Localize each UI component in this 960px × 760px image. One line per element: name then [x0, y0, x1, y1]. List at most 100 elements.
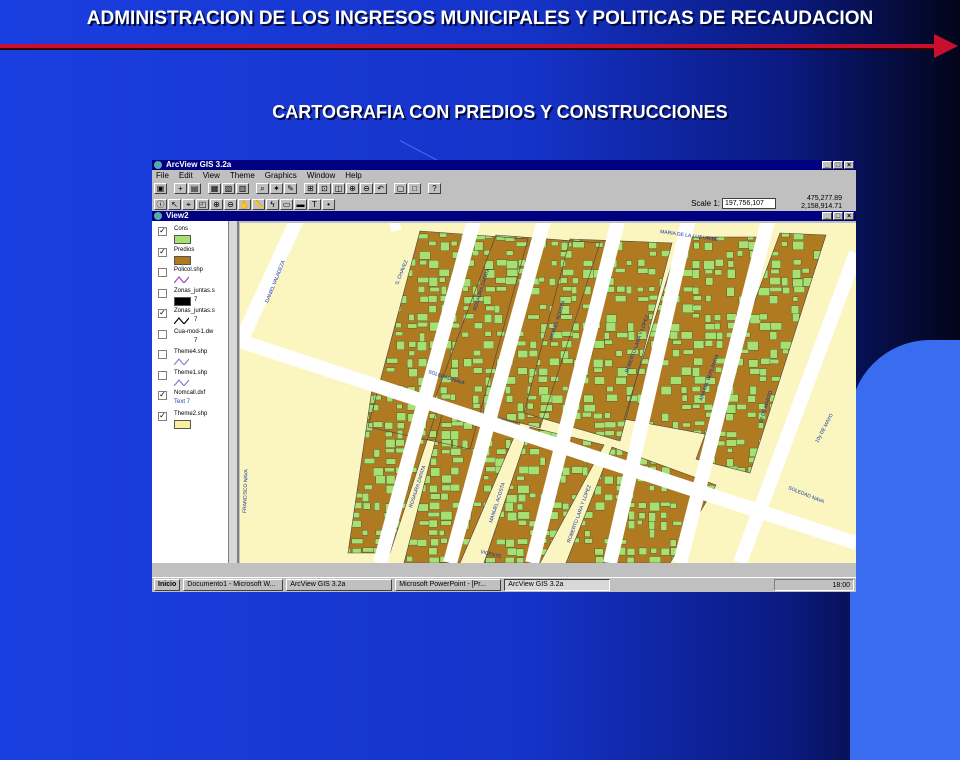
clear-select-icon[interactable]: □ [408, 182, 421, 194]
layer-checkbox[interactable] [158, 370, 167, 380]
theme-props-icon[interactable]: ▤ [188, 182, 201, 194]
construction-polygon [604, 421, 617, 428]
toc-layer[interactable]: ✓ Zonas_juntas.s 7 [154, 307, 226, 327]
toc-layer[interactable]: Cua-mod-1.dw 7 [154, 328, 226, 348]
construction-polygon [749, 385, 757, 395]
zoom-previous-icon[interactable]: ↶ [374, 182, 387, 194]
draw-point-icon[interactable]: • [322, 198, 335, 210]
legend-editor-icon[interactable]: ▦ [208, 182, 221, 194]
layer-checkbox[interactable]: ✓ [158, 309, 167, 318]
construction-polygon [408, 350, 415, 356]
construction-polygon [417, 341, 427, 351]
layer-checkbox[interactable] [158, 288, 167, 298]
layer-checkbox[interactable]: ✓ [158, 247, 167, 257]
zoom-active-icon[interactable]: ⊡ [318, 182, 331, 194]
select-features-icon[interactable]: ▢ [394, 182, 407, 194]
locate-icon[interactable]: ✦ [270, 182, 283, 194]
pointer-icon[interactable]: ↖ [168, 198, 181, 210]
construction-polygon [506, 260, 518, 269]
zoom-tool-out-icon[interactable]: ⊖ [224, 198, 237, 210]
construction-polygon [463, 358, 472, 367]
construction-polygon [715, 366, 722, 373]
app-titlebar[interactable]: ArcView GIS 3.2a _ □ × [152, 160, 856, 170]
layer-checkbox[interactable]: ✓ [158, 227, 167, 236]
view-maximize-button[interactable]: □ [833, 212, 843, 220]
toc-layer[interactable]: Theme4.shp [154, 348, 226, 368]
decorative-shape [850, 340, 960, 760]
area-of-interest-icon[interactable]: ▭ [280, 198, 293, 210]
map-canvas[interactable]: MARIA DE LA LUZ URIBE DANIEL VALADEZA S. C… [240, 223, 856, 563]
add-theme-icon[interactable]: + [174, 182, 187, 194]
construction-polygon [560, 277, 568, 284]
view-titlebar[interactable]: View2 _ □ × [152, 211, 856, 221]
construction-polygon [505, 250, 514, 256]
coord-y: 2,158,914.71 [801, 203, 842, 210]
zoom-full-icon[interactable]: ⊞ [304, 182, 317, 194]
toc-scrollbar[interactable] [228, 221, 237, 563]
construction-polygon [649, 251, 657, 257]
construction-polygon [727, 260, 734, 268]
hotlink-icon[interactable]: ϟ [266, 198, 279, 210]
menu-view[interactable]: View [203, 170, 220, 181]
construction-polygon [506, 395, 514, 403]
construction-polygon [736, 439, 745, 445]
construction-polygon [748, 359, 759, 368]
table-icon[interactable]: ▥ [236, 182, 249, 194]
construction-polygon [473, 367, 483, 374]
toc-layer[interactable]: ✓ Theme2.shp [154, 410, 226, 430]
scale-input[interactable]: 197,756,107 [722, 198, 776, 209]
text-icon[interactable]: T [308, 198, 321, 210]
close-button[interactable]: × [844, 161, 854, 169]
construction-polygon [758, 287, 770, 296]
help-icon[interactable]: ? [428, 182, 441, 194]
query-icon[interactable]: ✎ [284, 182, 297, 194]
toc-layer[interactable]: Policol.shp [154, 266, 226, 286]
zoom-out-icon[interactable]: ⊖ [360, 182, 373, 194]
pan-icon[interactable]: ✋ [238, 198, 251, 210]
menu-window[interactable]: Window [307, 170, 335, 181]
save-icon[interactable]: ▣ [154, 182, 167, 194]
menu-edit[interactable]: Edit [179, 170, 193, 181]
construction-polygon [408, 341, 417, 348]
label-icon[interactable]: ▬ [294, 198, 307, 210]
menu-file[interactable]: File [156, 170, 169, 181]
toc-layer[interactable]: ✓ Nomcall.dxf Text 7 [154, 389, 226, 409]
layer-checkbox[interactable] [158, 350, 167, 359]
toc-layer[interactable]: ✓ Cons [154, 225, 226, 245]
layer-checkbox[interactable] [158, 329, 167, 339]
find-icon[interactable]: ⌕ [256, 182, 269, 194]
menu-help[interactable]: Help [345, 170, 361, 181]
construction-polygon [483, 295, 492, 305]
view-close-button[interactable]: × [844, 212, 854, 220]
construction-polygon [407, 323, 418, 329]
construction-polygon [562, 269, 574, 276]
zoom-tool-in-icon[interactable]: ⊕ [210, 198, 223, 210]
edit-legend-icon[interactable]: ▧ [222, 182, 235, 194]
zoom-select-icon[interactable]: ◫ [332, 182, 345, 194]
toc-layer[interactable]: Zonas_juntas.s 7 [154, 287, 226, 307]
construction-polygon [682, 422, 691, 428]
construction-polygon [485, 368, 496, 374]
select-icon[interactable]: ◰ [196, 198, 209, 210]
construction-polygon [605, 322, 616, 332]
menu-graphics[interactable]: Graphics [265, 170, 297, 181]
layer-checkbox[interactable]: ✓ [158, 411, 167, 421]
construction-polygon [692, 304, 702, 311]
construction-polygon [472, 358, 484, 364]
layer-checkbox[interactable] [158, 268, 167, 277]
construction-polygon [572, 241, 585, 249]
construction-polygon [593, 359, 604, 368]
toc-layer[interactable]: Theme1.shp [154, 369, 226, 389]
vertex-edit-icon[interactable]: ⌖ [182, 198, 195, 210]
identify-icon[interactable]: ⓘ [154, 198, 167, 210]
menu-theme[interactable]: Theme [230, 170, 255, 181]
minimize-button[interactable]: _ [822, 161, 832, 169]
zoom-in-icon[interactable]: ⊕ [346, 182, 359, 194]
maximize-button[interactable]: □ [833, 161, 843, 169]
toc-layer[interactable]: ✓ Predios [154, 246, 226, 266]
construction-polygon [660, 386, 672, 395]
view-minimize-button[interactable]: _ [822, 212, 832, 220]
measure-icon[interactable]: 📏 [252, 198, 265, 210]
layer-checkbox[interactable]: ✓ [158, 391, 167, 400]
construction-polygon [418, 233, 429, 239]
